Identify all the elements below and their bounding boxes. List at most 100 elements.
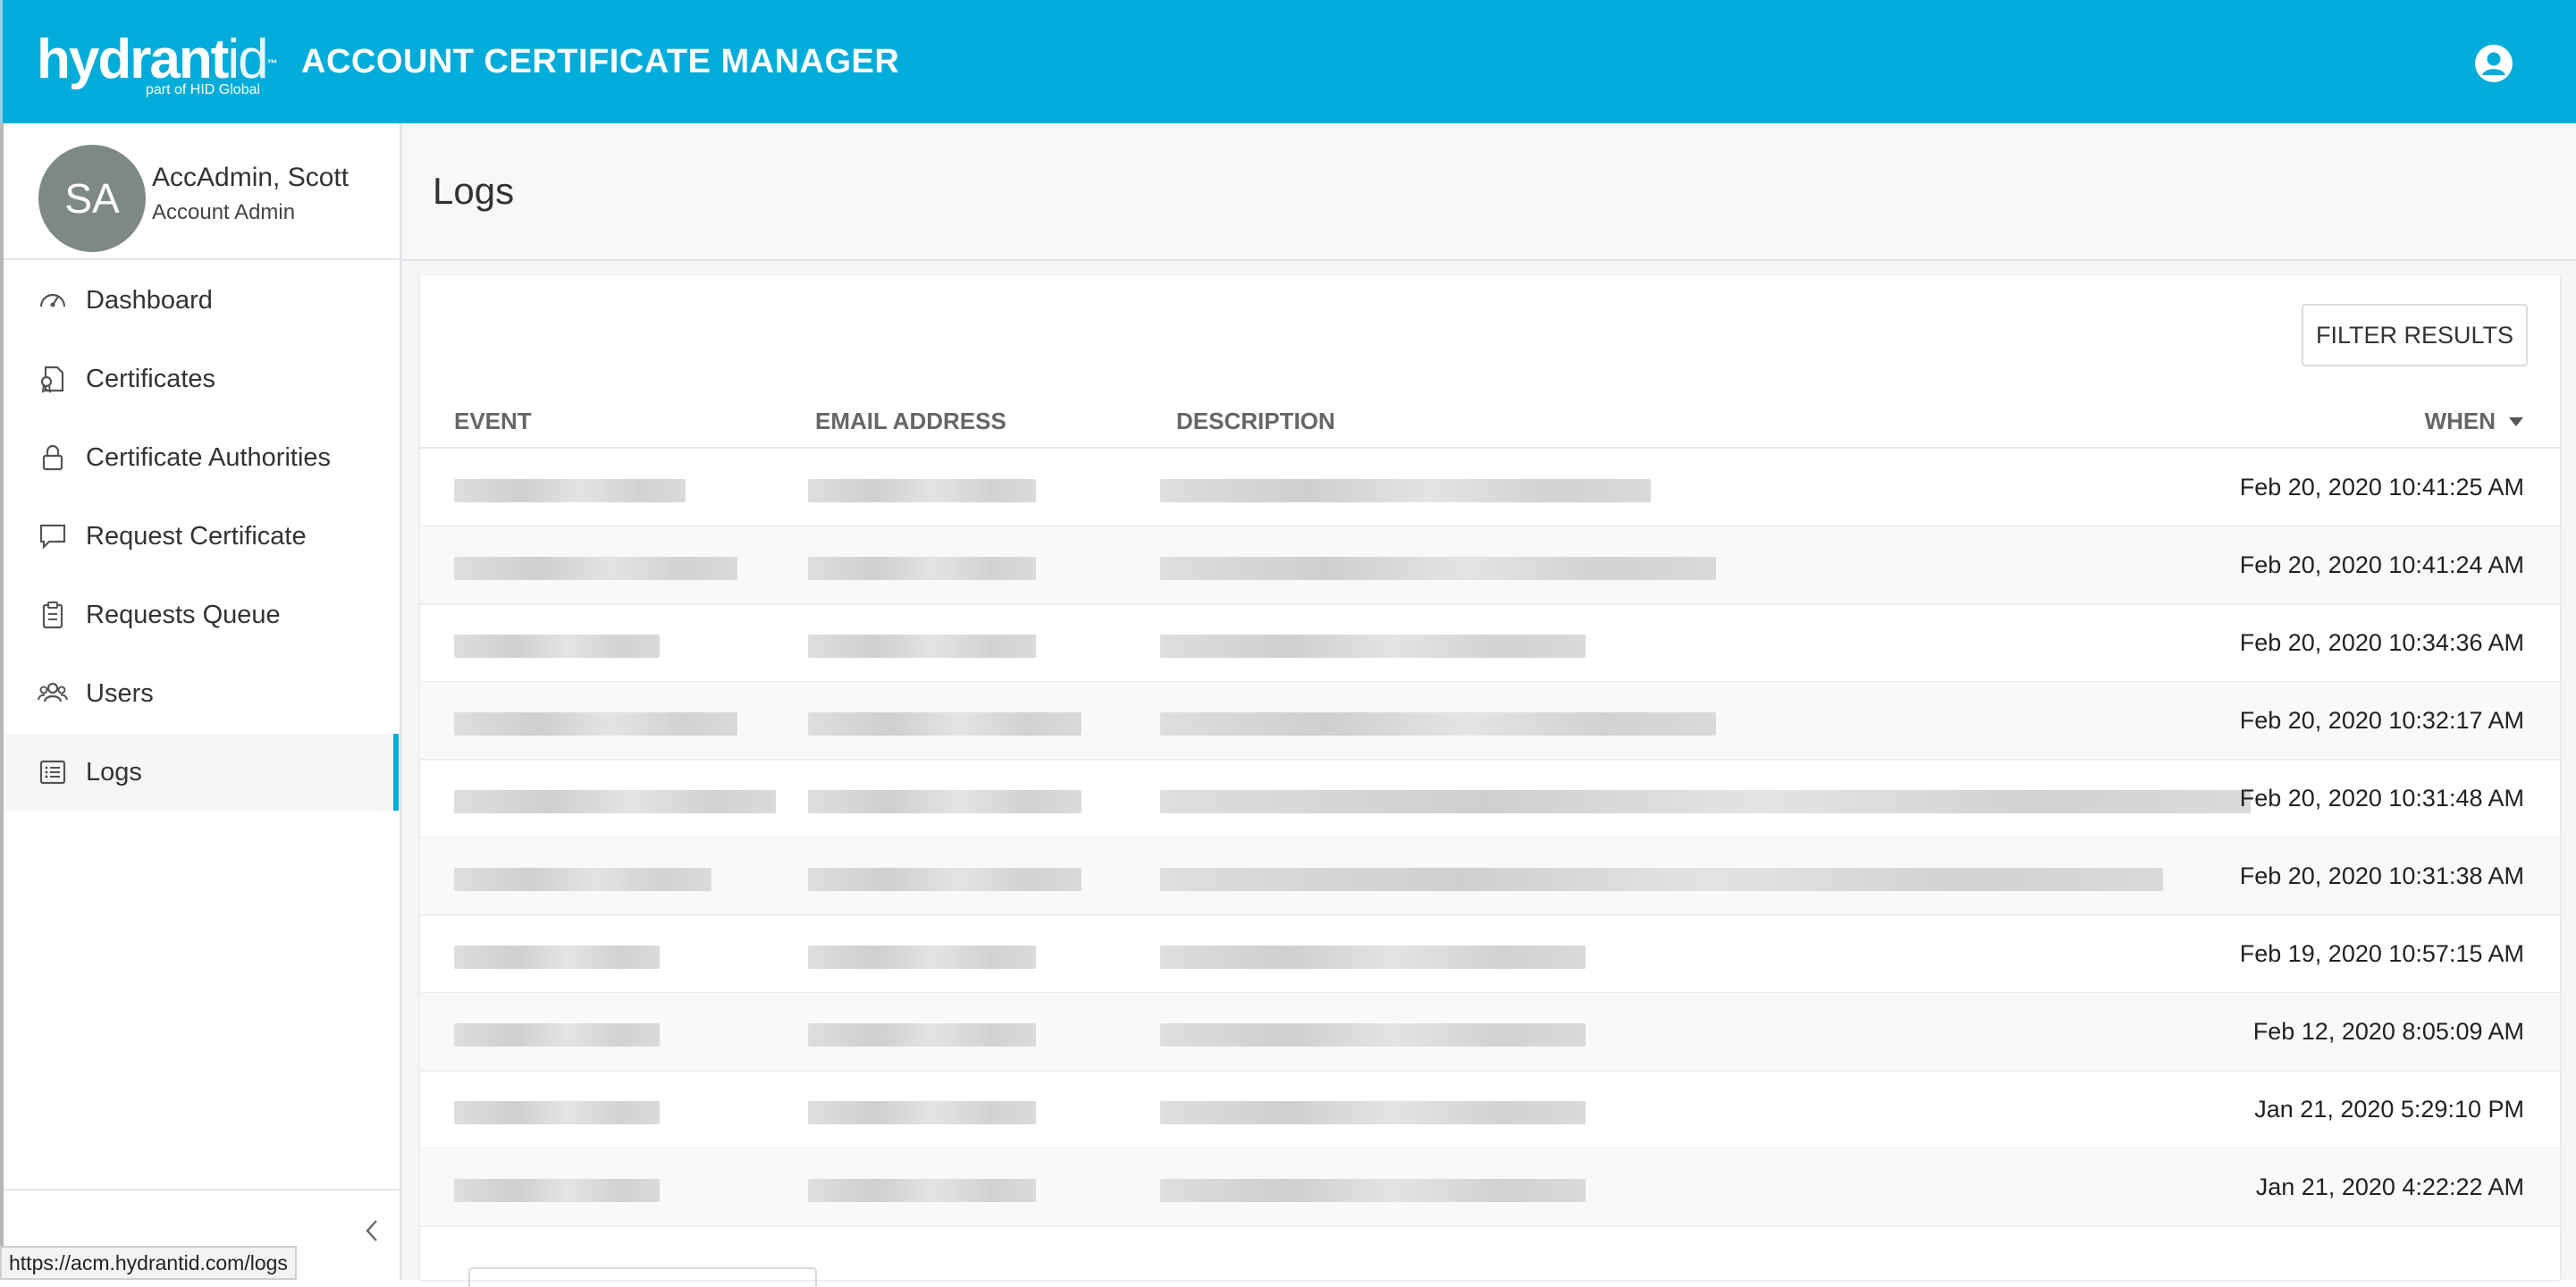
- column-header-when-label: WHEN: [2424, 408, 2496, 434]
- event-cell-redacted: [454, 1101, 660, 1124]
- user-profile: SA AccAdmin, Scott Account Admin: [4, 123, 402, 260]
- column-header-email[interactable]: EMAIL ADDRESS: [815, 408, 1006, 435]
- sidebar-item-certificates[interactable]: Certificates: [4, 341, 399, 417]
- table-row[interactable]: Feb 19, 2020 10:57:15 AM: [420, 915, 2560, 994]
- description-cell-redacted: [1160, 712, 1716, 736]
- avatar: SA: [38, 145, 146, 252]
- sidebar-item-label: Certificate Authorities: [86, 442, 332, 472]
- email-cell-redacted: [808, 868, 1082, 891]
- sidebar-item-request-certificate[interactable]: Request Certificate: [4, 498, 399, 575]
- when-cell: Feb 20, 2020 10:31:38 AM: [2239, 862, 2524, 889]
- description-cell-redacted: [1160, 479, 1651, 502]
- table-row[interactable]: Feb 20, 2020 10:41:24 AM: [420, 526, 2560, 605]
- when-cell: Feb 12, 2020 8:05:09 AM: [2252, 1018, 2524, 1045]
- sidebar-item-label: Logs: [86, 757, 142, 786]
- email-cell-redacted: [808, 479, 1036, 502]
- pagination-control[interactable]: [468, 1267, 817, 1287]
- when-cell: Jan 21, 2020 5:29:10 PM: [2254, 1096, 2524, 1123]
- email-cell-redacted: [808, 557, 1036, 580]
- email-cell-redacted: [808, 712, 1082, 736]
- users-icon: [38, 682, 68, 702]
- logs-card: FILTER RESULTS EVENT EMAIL ADDRESS DESCR…: [420, 275, 2560, 1287]
- list-icon: [39, 760, 66, 785]
- description-cell-redacted: [1160, 946, 1586, 969]
- table-row[interactable]: Feb 12, 2020 8:05:09 AM: [420, 993, 2560, 1072]
- user-circle-icon: [2475, 45, 2513, 82]
- lock-icon: [42, 444, 63, 471]
- filter-results-button[interactable]: FILTER RESULTS: [2301, 304, 2528, 366]
- page-title: Logs: [433, 170, 515, 212]
- profile-role: Account Admin: [152, 200, 296, 224]
- certificate-icon: [40, 366, 64, 393]
- table-row[interactable]: Jan 21, 2020 5:29:10 PM: [420, 1071, 2560, 1149]
- sort-descending-icon: [2509, 416, 2523, 426]
- sidebar-item-certificate-authorities[interactable]: Certificate Authorities: [4, 419, 399, 496]
- sidebar-item-label: Dashboard: [86, 285, 213, 315]
- when-cell: Feb 19, 2020 10:57:15 AM: [2239, 940, 2524, 967]
- email-cell-redacted: [808, 946, 1036, 969]
- status-bar-url: https://acm.hydrantid.com/logs: [0, 1246, 297, 1280]
- event-cell-redacted: [454, 635, 660, 658]
- collapse-sidebar-button[interactable]: [358, 1216, 388, 1246]
- sidebar-item-logs[interactable]: Logs: [4, 734, 399, 811]
- description-cell-redacted: [1160, 635, 1586, 658]
- description-cell-redacted: [1160, 1023, 1586, 1047]
- sidebar-item-label: Request Certificate: [86, 521, 307, 551]
- description-cell-redacted: [1160, 557, 1716, 580]
- logo-text: hydrant: [37, 29, 229, 90]
- table-row[interactable]: Feb 20, 2020 10:41:25 AM: [420, 449, 2560, 527]
- app-title: ACCOUNT CERTIFICATE MANAGER: [301, 43, 900, 80]
- profile-name: AccAdmin, Scott: [152, 163, 349, 192]
- table-row[interactable]: Feb 20, 2020 10:34:36 AM: [420, 604, 2560, 683]
- logo-id: id: [227, 29, 268, 90]
- chevron-left-icon: [366, 1220, 377, 1241]
- chat-bubble-icon: [39, 524, 66, 550]
- clipboard-icon: [42, 601, 63, 629]
- when-cell: Feb 20, 2020 10:41:25 AM: [2239, 474, 2524, 500]
- sidebar: SA AccAdmin, Scott Account Admin Dashboa…: [0, 123, 402, 1280]
- event-cell-redacted: [454, 868, 711, 891]
- column-header-event[interactable]: EVENT: [454, 408, 532, 435]
- event-cell-redacted: [454, 1179, 660, 1202]
- table-row[interactable]: Feb 20, 2020 10:31:48 AM: [420, 760, 2560, 838]
- description-cell-redacted: [1160, 1179, 1586, 1202]
- email-cell-redacted: [808, 1023, 1036, 1047]
- main-content: Logs FILTER RESULTS EVENT EMAIL ADDRESS …: [402, 123, 2576, 1287]
- top-app-bar: hydrantid™ part of HID Global ACCOUNT CE…: [0, 0, 2576, 123]
- email-cell-redacted: [808, 1179, 1036, 1202]
- table-row[interactable]: Feb 20, 2020 10:31:38 AM: [420, 837, 2560, 916]
- hydrantid-logo[interactable]: hydrantid™ part of HID Global: [37, 32, 278, 98]
- when-cell: Jan 21, 2020 4:22:22 AM: [2255, 1173, 2524, 1200]
- table-row[interactable]: Feb 20, 2020 10:32:17 AM: [420, 682, 2560, 761]
- sidebar-item-dashboard[interactable]: Dashboard: [4, 262, 399, 339]
- email-cell-redacted: [808, 635, 1036, 658]
- when-cell: Feb 20, 2020 10:34:36 AM: [2239, 629, 2524, 656]
- event-cell-redacted: [454, 790, 776, 813]
- description-cell-redacted: [1160, 790, 2251, 813]
- table-header: EVENT EMAIL ADDRESS DESCRIPTION WHEN: [420, 390, 2560, 449]
- logo-trademark: ™: [266, 57, 278, 70]
- column-header-description[interactable]: DESCRIPTION: [1176, 408, 1335, 435]
- sidebar-item-label: Users: [86, 678, 154, 708]
- event-cell-redacted: [454, 479, 686, 502]
- speedometer-icon: [39, 293, 66, 307]
- page-header: Logs: [402, 123, 2576, 261]
- sidebar-item-label: Requests Queue: [86, 600, 281, 629]
- sidebar-item-users[interactable]: Users: [4, 655, 399, 732]
- description-cell-redacted: [1160, 1101, 1586, 1124]
- sidebar-item-requests-queue[interactable]: Requests Queue: [4, 576, 399, 653]
- description-cell-redacted: [1160, 868, 2163, 891]
- account-menu-button[interactable]: [2474, 44, 2513, 83]
- event-cell-redacted: [454, 712, 737, 736]
- table-row[interactable]: Jan 21, 2020 4:22:22 AM: [420, 1148, 2560, 1227]
- when-cell: Feb 20, 2020 10:32:17 AM: [2239, 707, 2524, 734]
- email-cell-redacted: [808, 1101, 1036, 1124]
- logo-subtitle: part of HID Global: [146, 82, 261, 97]
- when-cell: Feb 20, 2020 10:41:24 AM: [2239, 551, 2524, 578]
- when-cell: Feb 20, 2020 10:31:48 AM: [2239, 785, 2524, 812]
- column-header-when[interactable]: WHEN: [2425, 408, 2524, 435]
- email-cell-redacted: [808, 790, 1082, 813]
- event-cell-redacted: [454, 1023, 660, 1047]
- event-cell-redacted: [454, 946, 660, 969]
- event-cell-redacted: [454, 557, 737, 580]
